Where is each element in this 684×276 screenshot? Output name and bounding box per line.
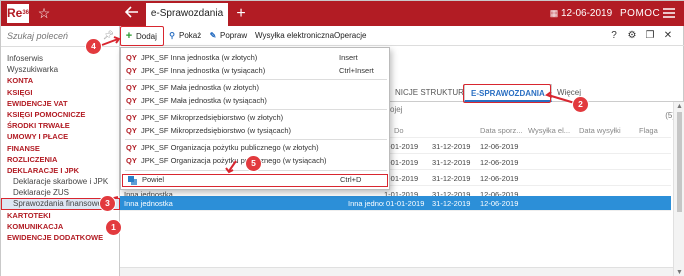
- step-badge-2: 2: [573, 97, 588, 112]
- app-window: Re360 ☆ e-Sprawozdania + ▦ 12-06-2019 PO…: [0, 0, 684, 276]
- step-badge-4: 4: [86, 39, 101, 54]
- step-badge-5: 5: [246, 156, 261, 171]
- step-badge-3: 3: [100, 196, 115, 211]
- step-badge-1: 1: [106, 220, 121, 235]
- annotation-arrows: [101, 36, 579, 202]
